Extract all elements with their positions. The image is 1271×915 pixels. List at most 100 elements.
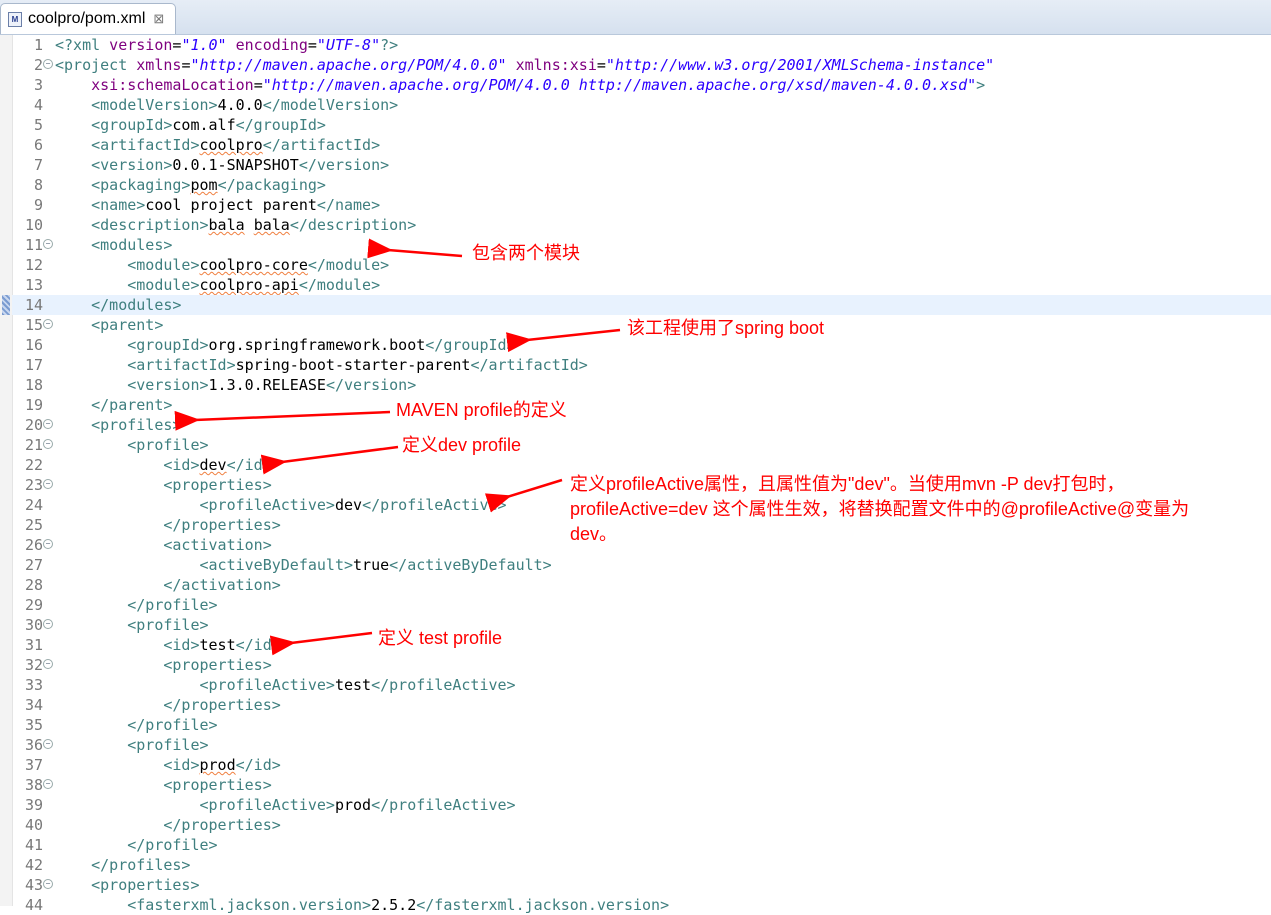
xml-text (55, 396, 91, 414)
code-line[interactable]: 5 <groupId>com.alf</groupId> (12, 115, 1271, 135)
code-line[interactable]: 26− <activation> (12, 535, 1271, 555)
xml-text: dev (199, 456, 227, 474)
xml-tag: <id> (163, 456, 200, 474)
code-line[interactable]: 43− <properties> (12, 875, 1271, 895)
fold-collapse-icon[interactable]: − (43, 59, 53, 69)
xml-tag: <modelVersion> (91, 96, 218, 114)
xml-attribute: xmlns (127, 56, 182, 74)
line-number: 2 (33, 56, 43, 74)
fold-collapse-icon[interactable]: − (43, 419, 53, 429)
code-line[interactable]: 6 <artifactId>coolpro</artifactId> (12, 135, 1271, 155)
xml-editor[interactable]: 1 <?xml version="1.0" encoding="UTF-8"?> 2… (0, 35, 1271, 914)
xml-text: test (199, 636, 236, 654)
xml-tag: <modules> (91, 236, 173, 254)
line-number: 26 (24, 536, 43, 554)
code-line[interactable]: 14 </modules> (12, 295, 1271, 315)
code-line[interactable]: 34 </properties> (12, 695, 1271, 715)
xml-tag: </profileActive> (362, 496, 507, 514)
code-line[interactable]: 27 <activeByDefault>true</activeByDefaul… (12, 555, 1271, 575)
xml-tag: </profiles> (91, 856, 191, 874)
line-number: 31 (24, 636, 43, 654)
code-line[interactable]: 4 <modelVersion>4.0.0</modelVersion> (12, 95, 1271, 115)
code-line[interactable]: 13 <module>coolpro-api</module> (12, 275, 1271, 295)
line-number: 18 (24, 376, 43, 394)
xml-tag: <properties> (163, 656, 272, 674)
xml-text: com.alf (172, 116, 236, 134)
code-line[interactable]: 31 <id>test</id> (12, 635, 1271, 655)
code-line[interactable]: 2− <project xmlns = "http://maven.apache.or… (12, 55, 1271, 75)
xml-tag: </activation> (163, 576, 281, 594)
code-line[interactable]: 41 </profile> (12, 835, 1271, 855)
xml-attribute-value: "http://maven.apache.org/POM/4.0.0 http:… (262, 76, 977, 94)
code-text: <id>dev</id> (55, 455, 271, 475)
xml-tag: </properties> (163, 516, 281, 534)
annotation-test-profile: 定义 test profile (378, 628, 503, 648)
code-line[interactable]: 17 <artifactId>spring-boot-starter-paren… (12, 355, 1271, 375)
code-line[interactable]: 21− <profile> (12, 435, 1271, 455)
fold-collapse-icon[interactable]: − (43, 619, 53, 629)
xml-tag: <groupId> (127, 336, 209, 354)
code-line[interactable]: 38− <properties> (12, 775, 1271, 795)
xml-tag: <name> (91, 196, 146, 214)
xml-text (55, 896, 127, 914)
xml-text (55, 576, 163, 594)
xml-text (55, 236, 91, 254)
code-line[interactable]: 11− <modules> (12, 235, 1271, 255)
xml-text: 1.3.0.RELEASE (208, 376, 326, 394)
fold-collapse-icon[interactable]: − (43, 539, 53, 549)
code-text: <version>0.0.1-SNAPSHOT</version> (55, 155, 389, 175)
code-line[interactable]: 18 <version>1.3.0.RELEASE</version> (12, 375, 1271, 395)
code-line[interactable]: 8 <packaging>pom</packaging> (12, 175, 1271, 195)
code-line[interactable]: 44 <fasterxml.jackson.version>2.5.2</fas… (12, 895, 1271, 915)
xml-tag: </packaging> (217, 176, 326, 194)
code-text: <activation> (55, 535, 271, 555)
code-line[interactable]: 29 </profile> (12, 595, 1271, 615)
line-number: 27 (24, 556, 43, 574)
code-text: <modelVersion>4.0.0</modelVersion> (55, 95, 398, 115)
fold-collapse-icon[interactable]: − (43, 659, 53, 669)
code-line[interactable]: 36− <profile> (12, 735, 1271, 755)
code-line[interactable]: 39 <profileActive>prod</profileActive> (12, 795, 1271, 815)
xml-text (55, 776, 163, 794)
code-line[interactable]: 7 <version>0.0.1-SNAPSHOT</version> (12, 155, 1271, 175)
code-line[interactable]: 32− <properties> (12, 655, 1271, 675)
xml-text (55, 596, 127, 614)
xml-tag: ?> (380, 36, 399, 54)
xml-text: org.springframework.boot (208, 336, 426, 354)
code-line[interactable]: 12 <module>coolpro-core</module> (12, 255, 1271, 275)
fold-collapse-icon[interactable]: − (43, 439, 53, 449)
close-tab-icon[interactable]: ⊠ (153, 11, 164, 27)
code-line[interactable]: 19 </parent> (12, 395, 1271, 415)
xml-text (55, 536, 163, 554)
code-line[interactable]: 33 <profileActive>test</profileActive> (12, 675, 1271, 695)
fold-collapse-icon[interactable]: − (43, 879, 53, 889)
code-line[interactable]: 30− <profile> (12, 615, 1271, 635)
code-line[interactable]: 20− <profiles> (12, 415, 1271, 435)
fold-collapse-icon[interactable]: − (43, 319, 53, 329)
code-text: <?xml version="1.0" encoding="UTF-8"?> (55, 35, 398, 55)
fold-collapse-icon[interactable]: − (43, 739, 53, 749)
code-line[interactable]: 40 </properties> (12, 815, 1271, 835)
fold-collapse-icon[interactable]: − (43, 779, 53, 789)
code-line[interactable]: 10 <description>bala bala</description> (12, 215, 1271, 235)
code-line[interactable]: 37 <id>prod</id> (12, 755, 1271, 775)
xml-text (55, 556, 200, 574)
code-line[interactable]: 1 <?xml version="1.0" encoding="UTF-8"?> (12, 35, 1271, 55)
xml-tag: </activeByDefault> (389, 556, 552, 574)
code-line[interactable]: 9 <name>cool project parent</name> (12, 195, 1271, 215)
xml-tag: </module> (307, 256, 390, 274)
fold-collapse-icon[interactable]: − (43, 479, 53, 489)
xml-text: bala (253, 216, 290, 234)
code-line[interactable]: 28 </activation> (12, 575, 1271, 595)
code-line[interactable]: 42 </profiles> (12, 855, 1271, 875)
tab-pom-xml[interactable]: M coolpro/pom.xml ⊠ (0, 3, 176, 34)
xml-tag: </fasterxml.jackson.version> (416, 896, 670, 914)
xml-tag: <profile> (127, 736, 209, 754)
xml-tag: <profileActive> (199, 796, 335, 814)
xml-tag: <id> (163, 756, 200, 774)
code-text: <description>bala bala</description> (55, 215, 416, 235)
fold-collapse-icon[interactable]: − (43, 239, 53, 249)
code-line[interactable]: 3 xsi:schemaLocation="http://maven.apach… (12, 75, 1271, 95)
code-line[interactable]: 35 </profile> (12, 715, 1271, 735)
xml-tag: </profile> (127, 596, 218, 614)
